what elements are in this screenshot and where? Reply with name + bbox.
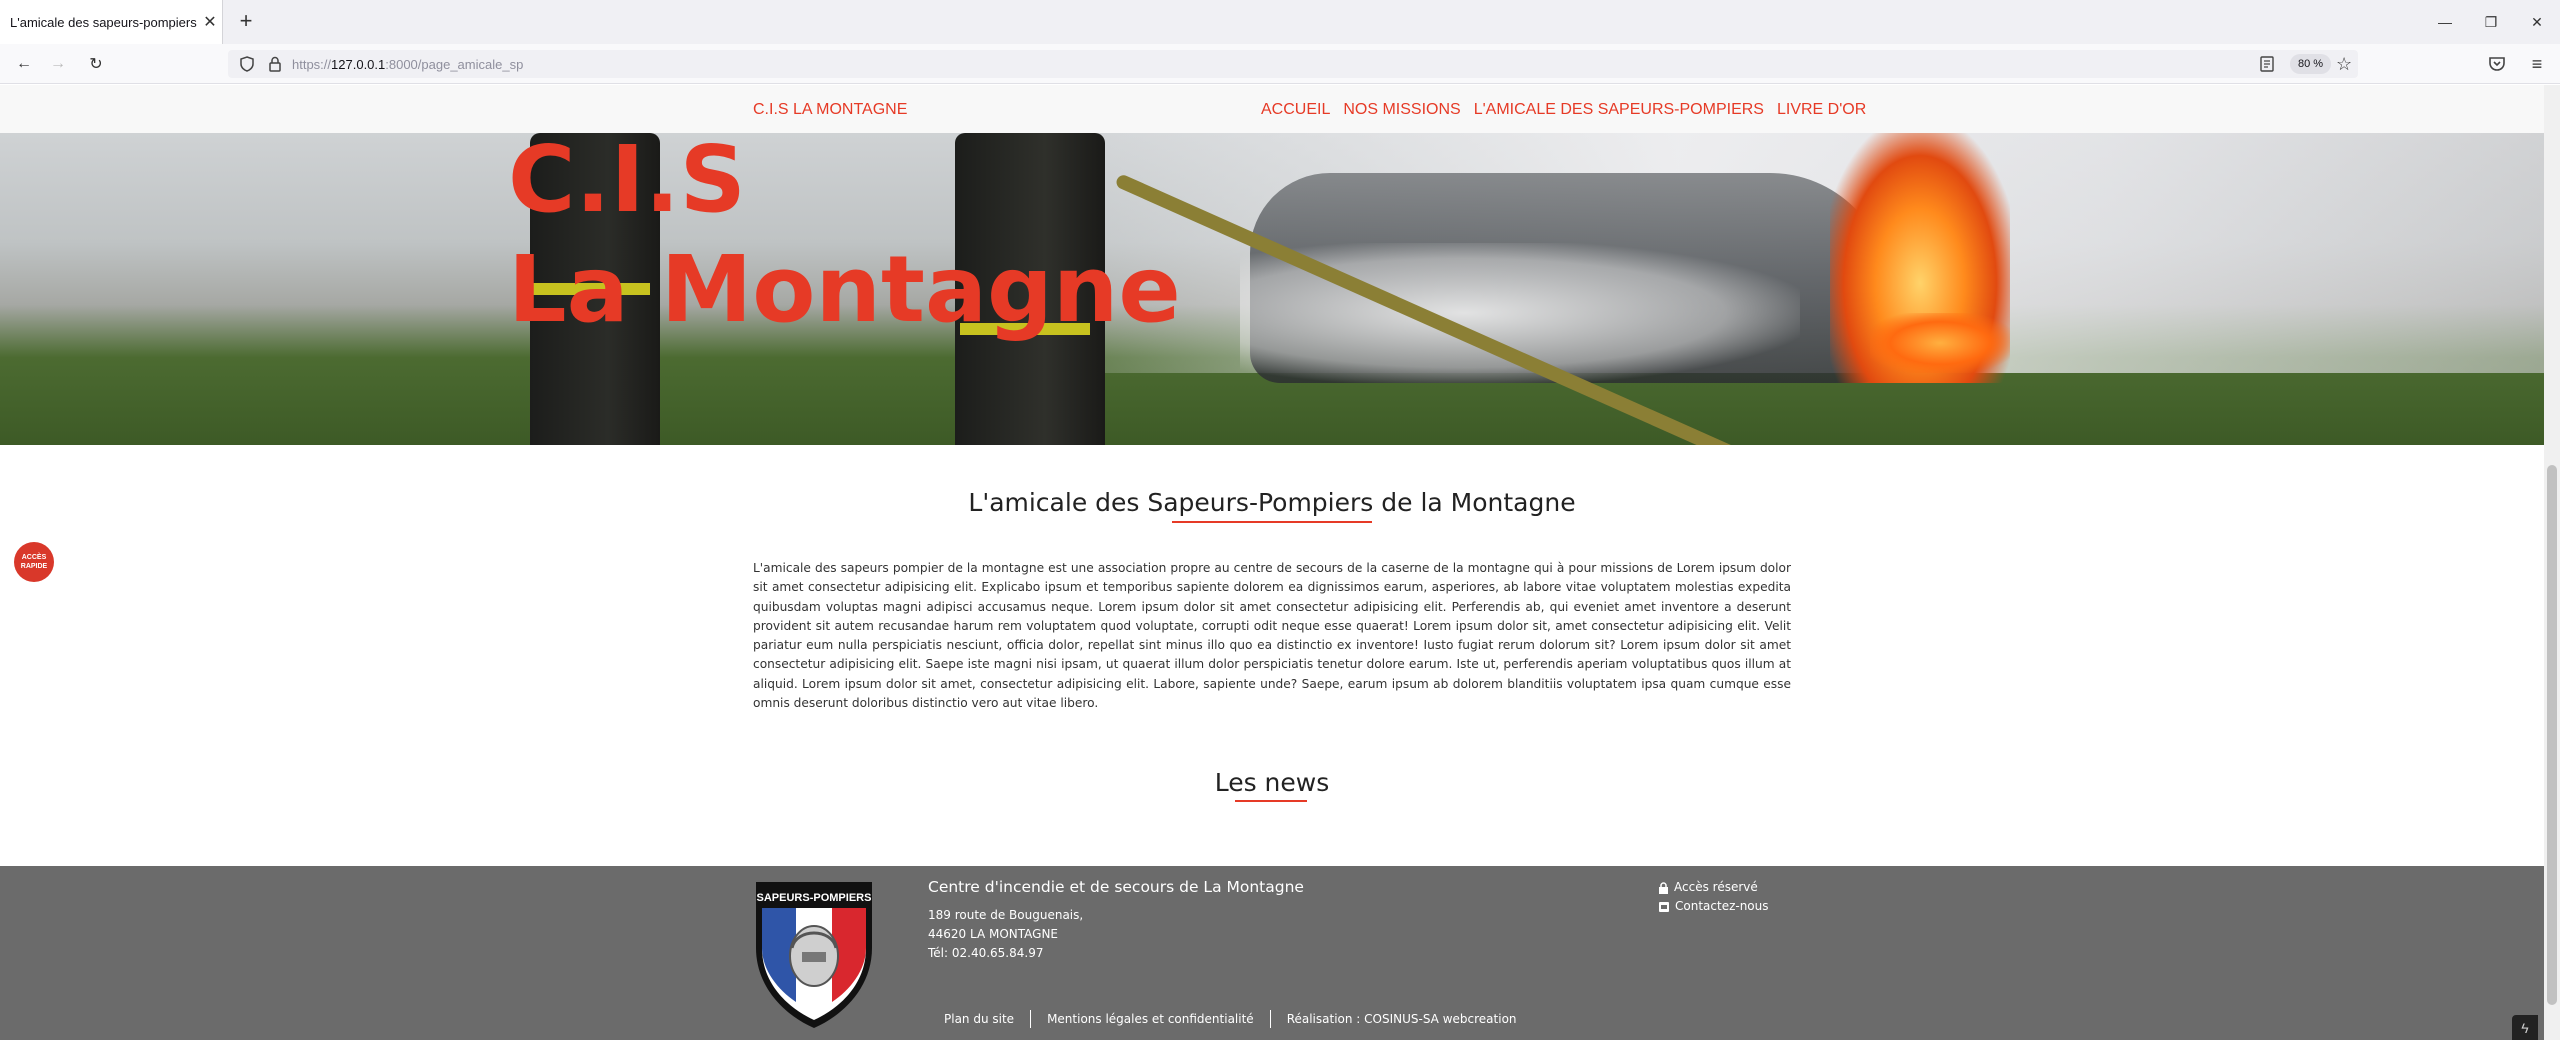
title-underline — [1172, 521, 1372, 523]
sapeurs-pompiers-crest-logo: SAPEURS-POMPIERS — [756, 882, 872, 1028]
web-page: C.I.S LA MONTAGNE ACCUEIL NOS MISSIONS L… — [0, 85, 2544, 1040]
hero-title-line1: C.I.S — [508, 133, 746, 233]
footer-separator — [1030, 1010, 1032, 1028]
phone-number: Tél: 02.40.65.84.97 — [928, 946, 1044, 960]
tab-title: L'amicale des sapeurs-pompiers — [10, 14, 197, 30]
contact-link[interactable]: Contactez-nous — [1658, 897, 1769, 916]
lock-icon — [1659, 881, 1668, 894]
url-host: 127.0.0.1 — [331, 57, 386, 72]
quick-access-button[interactable]: ACCÈS RAPIDE — [14, 542, 54, 582]
hero-title-line2: La Montagne — [508, 236, 1181, 343]
page-title: L'amicale des Sapeurs-Pompiers de la Mon… — [968, 488, 1576, 517]
quick-access-line1: ACCÈS — [21, 554, 47, 561]
back-button[interactable]: ← — [12, 52, 36, 76]
contact-label: Contactez-nous — [1675, 899, 1769, 913]
news-title: Les news — [1214, 768, 1330, 797]
footer-address: 189 route de Bouguenais, 44620 LA MONTAG… — [928, 906, 1083, 963]
pocket-icon[interactable] — [2485, 52, 2509, 76]
url-path: :8000/page_amicale_sp — [385, 57, 524, 72]
intro-paragraph: L'amicale des sapeurs pompier de la mont… — [753, 561, 1791, 711]
scrollbar-thumb[interactable] — [2547, 465, 2557, 1005]
tracking-shield-icon[interactable] — [238, 55, 256, 73]
footer-separator — [1269, 1010, 1271, 1028]
browser-tabbar: L'amicale des sapeurs-pompiers ✕ + — ❐ ✕ — [0, 0, 2560, 44]
browser-navbar: ← → ↻ https://127.0.0.1:8000/page_amical… — [0, 44, 2560, 84]
bookmark-star-icon[interactable]: ☆ — [2336, 54, 2356, 74]
url-bar[interactable]: https://127.0.0.1:8000/page_amicale_sp 8… — [228, 50, 2358, 78]
tab-close-icon[interactable]: ✕ — [198, 12, 222, 32]
sitemap-link[interactable]: Plan du site — [944, 1012, 1014, 1026]
address-line1: 189 route de Bouguenais, — [928, 908, 1084, 922]
hero-title: C.I.S La Montagne — [508, 133, 1181, 345]
hero-fire-base — [1870, 313, 2010, 373]
zoom-level-badge[interactable]: 80 % — [2290, 54, 2332, 74]
site-brand-link[interactable]: C.I.S LA MONTAGNE — [753, 101, 907, 119]
footer-title: Centre d'incendie et de secours de La Mo… — [928, 878, 1304, 896]
restore-button[interactable]: ❐ — [2468, 0, 2514, 44]
nav-link-livre-dor[interactable]: LIVRE D'OR — [1777, 101, 1866, 119]
minimize-button[interactable]: — — [2422, 0, 2468, 44]
nav-link-missions[interactable]: NOS MISSIONS — [1343, 101, 1460, 119]
reserved-access-label: Accès réservé — [1674, 880, 1758, 894]
news-underline — [1235, 800, 1307, 802]
quick-access-line2: RAPIDE — [20, 563, 48, 570]
site-footer: SAPEURS-POMPIERS Centre d'incendie et de… — [0, 866, 2544, 1040]
page-scrollbar[interactable] — [2544, 85, 2560, 1040]
url-text[interactable]: https://127.0.0.1:8000/page_amicale_sp — [292, 57, 523, 72]
reserved-access-link[interactable]: Accès réservé — [1658, 878, 1769, 897]
browser-tab-active[interactable]: L'amicale des sapeurs-pompiers ✕ — [0, 0, 223, 44]
footer-bottom-links: Plan du site Mentions légales et confide… — [928, 1010, 1517, 1028]
app-menu-icon[interactable]: ≡ — [2525, 52, 2549, 76]
contact-icon — [1659, 901, 1669, 912]
legal-link[interactable]: Mentions légales et confidentialité — [1047, 1012, 1254, 1026]
nav-link-amicale[interactable]: L'AMICALE DES SAPEURS-POMPIERS — [1474, 101, 1764, 119]
credits-link[interactable]: Réalisation : COSINUS-SA webcreation — [1287, 1012, 1517, 1026]
address-line2: 44620 LA MONTAGNE — [928, 927, 1059, 941]
forward-button[interactable]: → — [46, 52, 70, 76]
reader-view-icon[interactable] — [2258, 55, 2276, 73]
window-close-button[interactable]: ✕ — [2514, 0, 2560, 44]
nav-link-accueil[interactable]: ACCUEIL — [1261, 101, 1330, 119]
site-menu: ACCUEIL NOS MISSIONS L'AMICALE DES SAPEU… — [1261, 101, 1866, 119]
url-scheme: https:// — [292, 57, 332, 72]
hero-banner: C.I.S La Montagne — [0, 133, 2544, 445]
lock-icon[interactable] — [266, 55, 284, 73]
new-tab-button[interactable]: + — [234, 10, 258, 34]
crest-text: SAPEURS-POMPIERS — [757, 892, 872, 904]
site-navbar: C.I.S LA MONTAGNE ACCUEIL NOS MISSIONS L… — [0, 85, 2544, 133]
footer-quick-links: Accès réservé Contactez-nous — [1658, 878, 1769, 916]
reload-button[interactable]: ↻ — [84, 52, 108, 76]
debug-toolbar-icon[interactable]: ϟ — [2512, 1015, 2538, 1040]
